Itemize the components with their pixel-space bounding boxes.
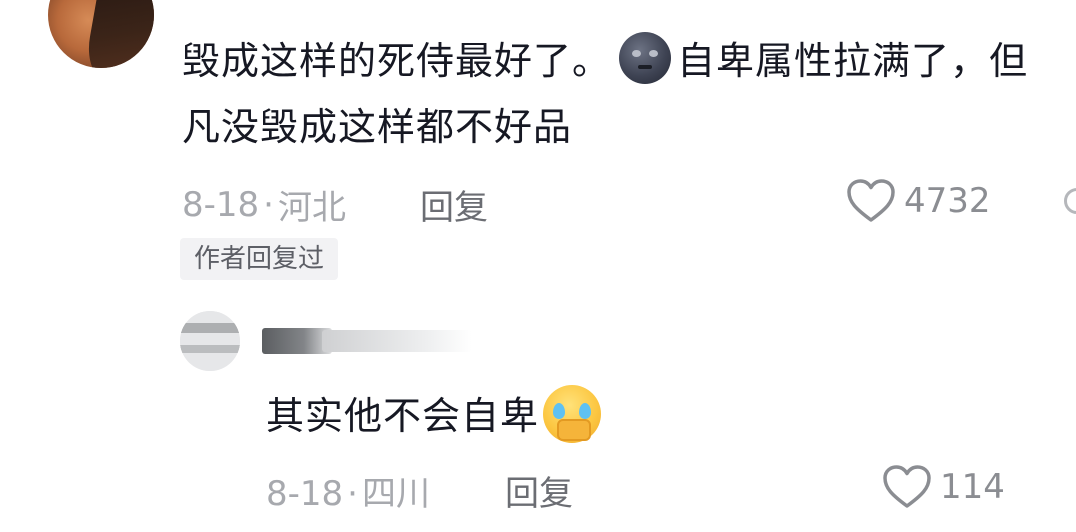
- heart-icon: [883, 465, 931, 508]
- like-button[interactable]: 114: [882, 464, 1005, 510]
- redacted-username: [262, 324, 472, 358]
- meta-dot: ·: [347, 474, 358, 514]
- comment-thread: 毁成这样的死侍最好了。 自卑属性拉满了，但凡没毁成这样都不好品 8-18 · 河北 回…: [0, 0, 1076, 532]
- reply-avatar[interactable]: [180, 311, 240, 371]
- reply-meta: 8-18 · 四川: [266, 466, 430, 515]
- reply-location: 四川: [361, 474, 430, 514]
- reply-text: 其实他不会自卑: [266, 394, 540, 438]
- reply-button[interactable]: 回复: [420, 180, 488, 229]
- like-count: 114: [940, 467, 1005, 507]
- reply-date: 8-18: [266, 474, 344, 514]
- meta-dot: ·: [263, 184, 274, 225]
- like-count: 4732: [904, 181, 991, 221]
- author-replied-badge[interactable]: 作者回复过: [180, 238, 339, 280]
- heart-icon: [847, 179, 895, 222]
- comment-body: 毁成这样的死侍最好了。 自卑属性拉满了，但凡没毁成这样都不好品: [182, 28, 1062, 160]
- avatar-hair: [83, 0, 154, 68]
- comment-meta: 8-18 · 河北: [182, 180, 346, 229]
- comment-text-part1: 毁成这样的死侍最好了。: [182, 39, 612, 83]
- more-options-icon[interactable]: [1064, 188, 1076, 214]
- new-moon-face-icon: [619, 32, 672, 84]
- like-button[interactable]: 4732: [846, 178, 991, 224]
- avatar[interactable]: [48, 0, 154, 68]
- crying-pleading-face-icon: [543, 385, 602, 443]
- comment-location: 河北: [277, 188, 346, 228]
- comment-date: 8-18: [182, 184, 260, 225]
- reply-button[interactable]: 回复: [505, 466, 573, 515]
- reply-body: 其实他不会自卑: [266, 385, 602, 444]
